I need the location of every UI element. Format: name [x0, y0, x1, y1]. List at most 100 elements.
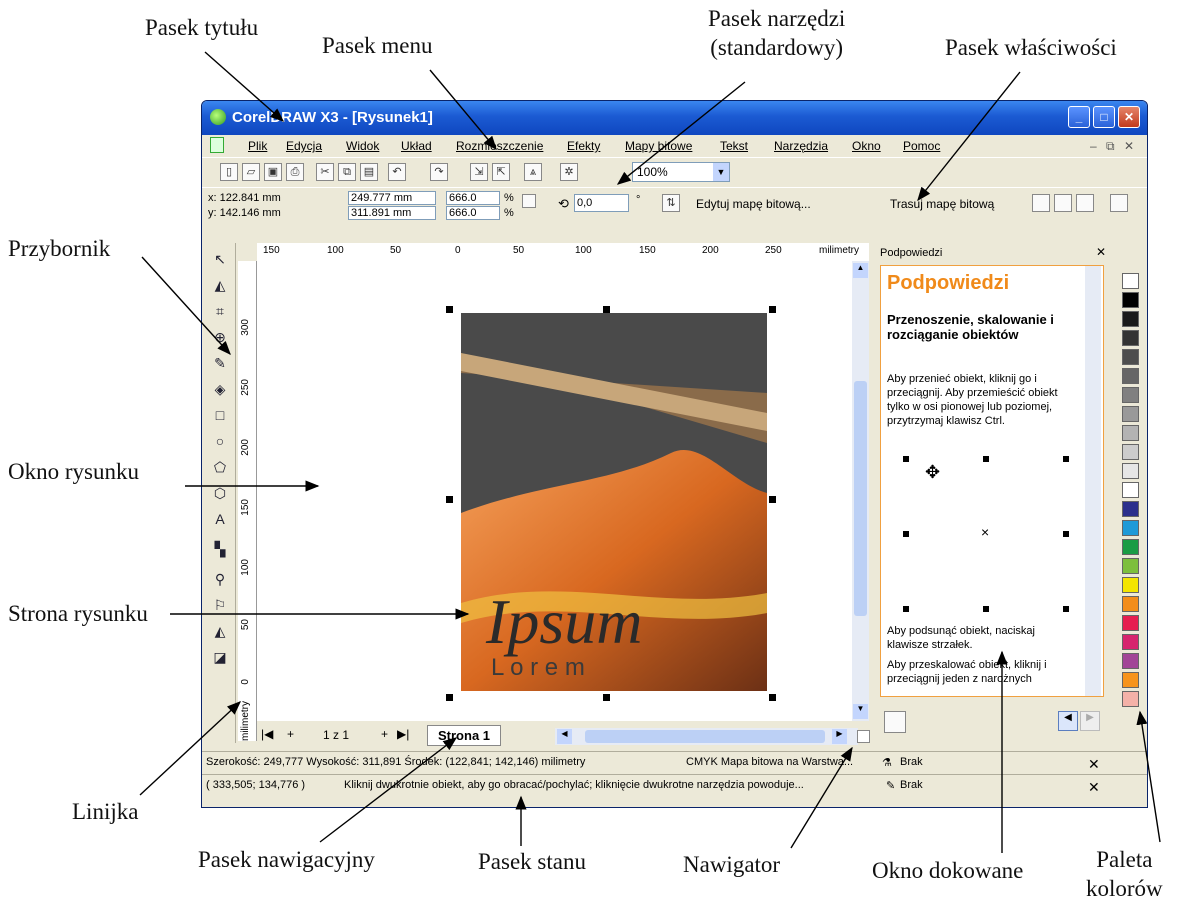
- close-button[interactable]: ✕: [1118, 106, 1140, 128]
- ellipse-tool-icon[interactable]: ○: [210, 431, 230, 451]
- color-swatch[interactable]: [1122, 349, 1139, 365]
- object-height-field[interactable]: 311.891 mm: [348, 206, 436, 220]
- selection-handle[interactable]: [769, 496, 776, 503]
- fill-tool-icon[interactable]: ◭: [210, 621, 230, 641]
- zoom-tool-icon[interactable]: ⊕: [210, 327, 230, 347]
- application-launcher-icon[interactable]: ⩓: [524, 163, 542, 181]
- horizontal-scrollbar[interactable]: ◀ ▶: [555, 728, 858, 745]
- cut-icon[interactable]: ✂: [316, 163, 334, 181]
- selection-handle[interactable]: [603, 306, 610, 313]
- last-page-icon[interactable]: ▶|: [397, 727, 409, 741]
- scroll-right-icon[interactable]: ▶: [832, 729, 847, 744]
- color-swatch[interactable]: [1122, 653, 1139, 669]
- color-swatch[interactable]: [1122, 577, 1139, 593]
- doc-restore-icon[interactable]: ⧉: [1106, 139, 1115, 154]
- menu-okno[interactable]: Okno: [852, 139, 881, 153]
- color-swatch[interactable]: [1122, 520, 1139, 536]
- pick-tool-icon[interactable]: ↖: [210, 249, 230, 269]
- menu-uklad[interactable]: Układ: [401, 139, 432, 153]
- print-icon[interactable]: ⎙: [286, 163, 304, 181]
- menu-rozmieszczenie[interactable]: Rozmieszczenie: [456, 139, 543, 153]
- add-page-after-icon[interactable]: +: [381, 727, 388, 741]
- menu-plik[interactable]: Plik: [248, 139, 267, 153]
- menu-narzedzia[interactable]: Narzędzia: [774, 139, 828, 153]
- scale-x-field[interactable]: 666.0: [446, 191, 500, 205]
- freehand-tool-icon[interactable]: ✎: [210, 353, 230, 373]
- color-swatch[interactable]: [1122, 311, 1139, 327]
- color-swatch[interactable]: [1122, 463, 1139, 479]
- zoom-level-select[interactable]: 100% ▼: [632, 162, 730, 182]
- color-swatch[interactable]: [1122, 634, 1139, 650]
- shape-tool-icon[interactable]: ◭: [210, 275, 230, 295]
- scroll-left-icon[interactable]: ◀: [557, 729, 572, 744]
- ruler-horizontal[interactable]: 150 100 50 0 50 100 150 200 250 milimetr…: [257, 243, 869, 262]
- menu-pomoc[interactable]: Pomoc: [903, 139, 940, 153]
- chevron-down-icon[interactable]: ▼: [713, 163, 729, 181]
- bitmap-color-icon[interactable]: [1054, 194, 1072, 212]
- menu-efekty[interactable]: Efekty: [567, 139, 600, 153]
- wrap-text-icon[interactable]: [1110, 194, 1128, 212]
- paste-icon[interactable]: ▤: [360, 163, 378, 181]
- mirror-icon[interactable]: ⇅: [662, 194, 680, 212]
- add-page-icon[interactable]: +: [287, 727, 294, 741]
- color-swatch[interactable]: [1122, 444, 1139, 460]
- welcome-screen-icon[interactable]: ✲: [560, 163, 578, 181]
- trace-bitmap-button[interactable]: Trasuj mapę bitową: [890, 197, 994, 211]
- color-swatch[interactable]: [1122, 387, 1139, 403]
- undo-icon[interactable]: ↶: [388, 163, 406, 181]
- ruler-vertical[interactable]: 300 250 200 150 100 50 0 milimetry: [238, 261, 257, 741]
- menu-mapy-bitowe[interactable]: Mapy bitowe: [625, 139, 692, 153]
- new-icon[interactable]: ▯: [220, 163, 238, 181]
- copy-icon[interactable]: ⧉: [338, 163, 356, 181]
- color-swatch[interactable]: [1122, 406, 1139, 422]
- selection-handle[interactable]: [446, 694, 453, 701]
- selection-handle[interactable]: [446, 496, 453, 503]
- polygon-tool-icon[interactable]: ⬠: [210, 457, 230, 477]
- crop-tool-icon[interactable]: ⌗: [210, 301, 230, 321]
- text-tool-icon[interactable]: A: [210, 509, 230, 529]
- color-swatch[interactable]: [1122, 672, 1139, 688]
- selection-handle[interactable]: [446, 306, 453, 313]
- hints-scrollbar[interactable]: [1085, 266, 1101, 696]
- rotation-angle-field[interactable]: 0,0: [574, 194, 629, 212]
- color-swatch[interactable]: [1122, 425, 1139, 441]
- scroll-down-icon[interactable]: ▼: [853, 704, 868, 719]
- color-swatch[interactable]: [1122, 368, 1139, 384]
- interactive-fill-tool-icon[interactable]: ◪: [210, 647, 230, 667]
- color-swatch[interactable]: [1122, 292, 1139, 308]
- color-swatch[interactable]: [1122, 330, 1139, 346]
- hscroll-thumb[interactable]: [585, 730, 825, 743]
- minimize-button[interactable]: _: [1068, 106, 1090, 128]
- import-icon[interactable]: ⇲: [470, 163, 488, 181]
- color-swatch[interactable]: [1122, 539, 1139, 555]
- edit-bitmap-button[interactable]: Edytuj mapę bitową...: [696, 197, 811, 211]
- menu-edycja[interactable]: Edycja: [286, 139, 322, 153]
- navigator-button[interactable]: [857, 730, 870, 743]
- color-swatch[interactable]: [1122, 558, 1139, 574]
- interactive-blend-tool-icon[interactable]: ▚: [210, 539, 230, 559]
- color-swatch[interactable]: [1122, 615, 1139, 631]
- first-page-icon[interactable]: |◀: [261, 727, 273, 741]
- eyedropper-tool-icon[interactable]: ⚲: [210, 569, 230, 589]
- docker-home-icon[interactable]: [884, 711, 906, 733]
- color-swatch[interactable]: [1122, 482, 1139, 498]
- vertical-scrollbar[interactable]: ▲ ▼: [852, 261, 869, 721]
- bitmap-mask-icon[interactable]: [1076, 194, 1094, 212]
- lock-ratio-icon[interactable]: [522, 194, 536, 208]
- title-bar[interactable]: CorelDRAW X3 - [Rysunek1] _ □ ✕: [202, 101, 1147, 135]
- outline-tool-icon[interactable]: ⚐: [210, 595, 230, 615]
- selection-handle[interactable]: [603, 694, 610, 701]
- menu-tekst[interactable]: Tekst: [720, 139, 748, 153]
- scroll-thumb[interactable]: [854, 381, 867, 616]
- export-icon[interactable]: ⇱: [492, 163, 510, 181]
- forward-arrow-icon[interactable]: ▶: [1080, 711, 1100, 731]
- basic-shapes-tool-icon[interactable]: ⬡: [210, 483, 230, 503]
- doc-minimize-icon[interactable]: –: [1090, 139, 1097, 153]
- selection-handle[interactable]: [769, 694, 776, 701]
- redo-icon[interactable]: ↷: [430, 163, 448, 181]
- color-swatch[interactable]: [1122, 596, 1139, 612]
- doc-close-icon[interactable]: ✕: [1124, 139, 1134, 153]
- rectangle-tool-icon[interactable]: □: [210, 405, 230, 425]
- color-swatch[interactable]: [1122, 273, 1139, 289]
- object-width-field[interactable]: 249.777 mm: [348, 191, 436, 205]
